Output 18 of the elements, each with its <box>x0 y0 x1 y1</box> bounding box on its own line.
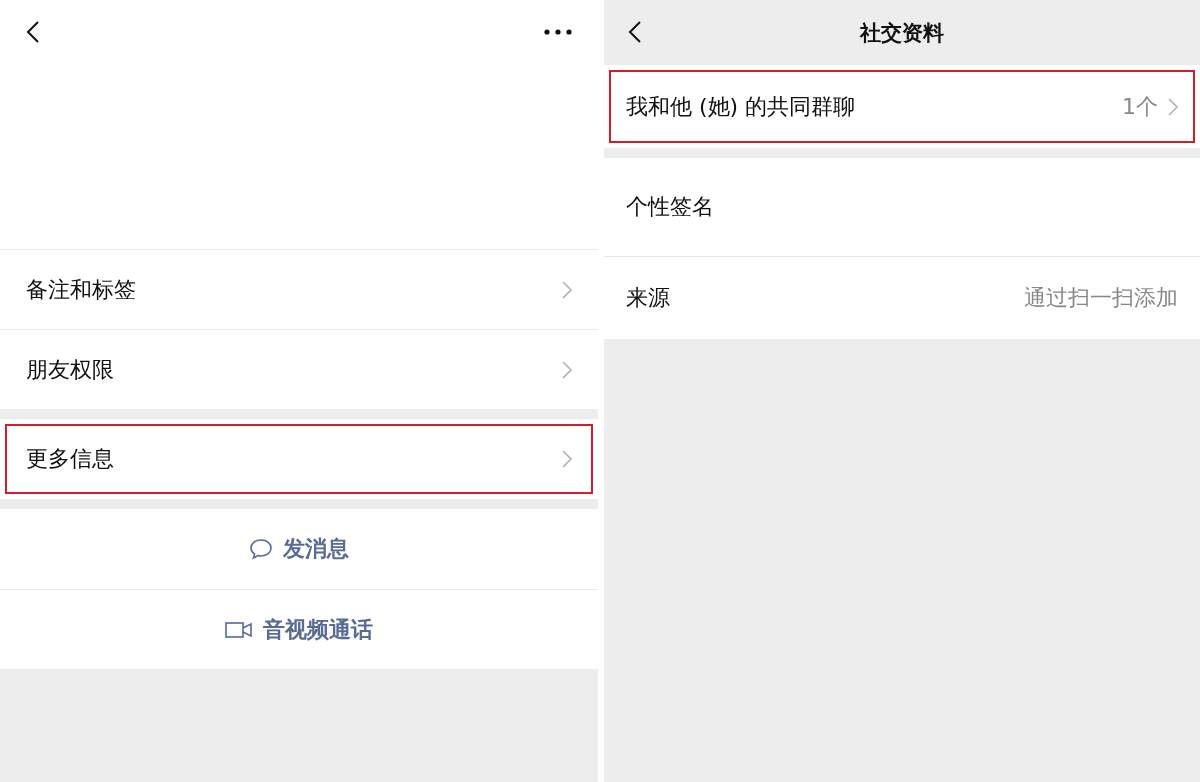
chevron-icon <box>562 280 572 299</box>
row-label: 更多信息 <box>26 445 114 473</box>
row-label: 备注和标签 <box>26 275 136 304</box>
back-icon[interactable] <box>628 20 642 44</box>
chevron-icon <box>1168 97 1178 116</box>
screen-title: 社交资料 <box>860 19 944 47</box>
chevron-icon <box>562 450 572 468</box>
chevron-icon <box>562 360 572 379</box>
row-value: 1个 <box>1122 92 1158 121</box>
row-label: 朋友权限 <box>26 355 114 384</box>
back-icon[interactable] <box>26 20 40 44</box>
chat-bubble-icon <box>249 538 273 560</box>
more-icon[interactable] <box>544 29 572 35</box>
row-value: 通过扫一扫添加 <box>1024 284 1178 312</box>
row-label: 个性签名 <box>626 193 714 221</box>
row-label: 我和他 (她) 的共同群聊 <box>626 92 856 121</box>
row-label: 来源 <box>626 284 670 312</box>
video-camera-icon <box>225 620 253 639</box>
